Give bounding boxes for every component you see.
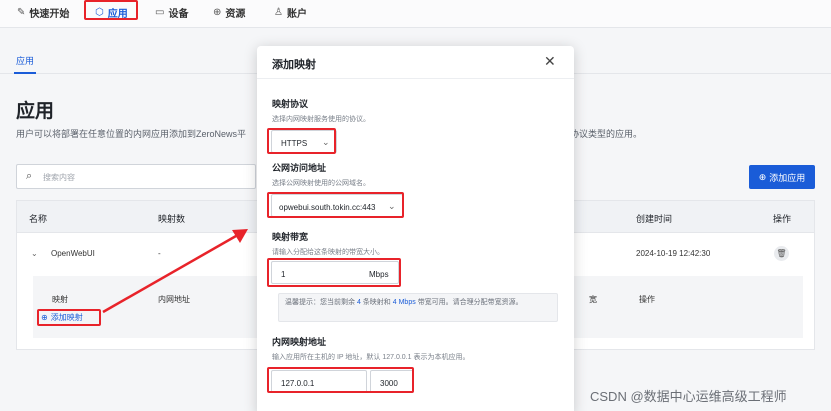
bandwidth-unit: Mbps bbox=[369, 270, 389, 279]
internal-label: 内网映射地址 bbox=[272, 337, 327, 347]
internal-ip-input[interactable]: 127.0.0.1 bbox=[271, 370, 367, 393]
internal-help: 输入应用所在主机的 IP 地址，默认 127.0.0.1 表示为本机应用。 bbox=[272, 354, 470, 361]
modal-title: 添加映射 bbox=[272, 59, 316, 71]
bandwidth-help: 请输入分配给这条映射的带宽大小。 bbox=[272, 249, 384, 256]
modal-header: 添加映射 ✕ bbox=[257, 46, 574, 79]
internal-port-input[interactable]: 3000 bbox=[370, 370, 414, 393]
bandwidth-notice: 温馨提示：您当前剩余 4 条映射和 4 Mbps 带宽可用。请合理分配带宽资源。 bbox=[278, 293, 558, 322]
domain-help: 选择公网映射使用的公网域名。 bbox=[272, 180, 370, 187]
notice-remaining: 4 bbox=[356, 299, 361, 306]
chevron-down-icon: ⌄ bbox=[388, 201, 396, 211]
notice-suffix: 带宽可用。请合理分配带宽资源。 bbox=[417, 299, 523, 306]
internal-ip-value: 127.0.0.1 bbox=[281, 379, 315, 388]
protocol-label: 映射协议 bbox=[272, 99, 309, 109]
notice-mid: 条映射和 bbox=[362, 299, 391, 306]
domain-select[interactable]: opwebui.south.tokin.cc:443 ⌄ bbox=[271, 194, 403, 217]
domain-value: opwebui.south.tokin.cc:443 bbox=[279, 203, 376, 212]
bandwidth-input[interactable]: 1 Mbps bbox=[271, 261, 399, 284]
internal-port-value: 3000 bbox=[380, 379, 398, 388]
protocol-help: 选择内网映射服务使用的协议。 bbox=[272, 116, 370, 123]
notice-prefix: 温馨提示：您当前剩余 bbox=[285, 299, 355, 306]
watermark: CSDN @数据中心运维高级工程师 bbox=[590, 389, 787, 404]
notice-bandwidth: 4 Mbps bbox=[392, 299, 416, 306]
domain-label: 公网访问地址 bbox=[272, 163, 327, 173]
protocol-value: HTTPS bbox=[281, 139, 308, 148]
add-mapping-modal: 添加映射 ✕ 映射协议 选择内网映射服务使用的协议。 HTTPS ⌄ 公网访问地… bbox=[257, 46, 574, 411]
bandwidth-value: 1 bbox=[281, 270, 286, 279]
bandwidth-label: 映射带宽 bbox=[272, 232, 309, 242]
chevron-down-icon: ⌄ bbox=[322, 137, 330, 147]
protocol-select[interactable]: HTTPS ⌄ bbox=[271, 130, 337, 153]
close-icon[interactable]: ✕ bbox=[544, 53, 556, 70]
